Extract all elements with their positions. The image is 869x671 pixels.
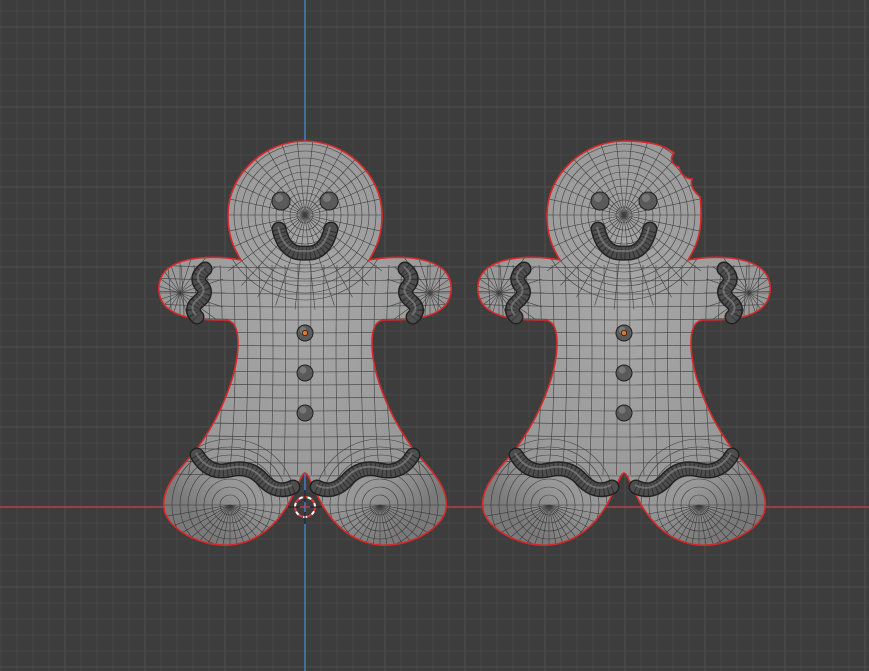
origin-point-icon[interactable] [621, 330, 627, 336]
button-highlight [299, 366, 307, 374]
button-highlight [618, 366, 626, 374]
eye-highlight [594, 194, 602, 202]
button-highlight [299, 406, 307, 414]
button-highlight [618, 406, 626, 414]
origin-point-icon[interactable] [302, 330, 308, 336]
viewport-background [0, 0, 869, 671]
eye-highlight [642, 194, 650, 202]
3d-viewport[interactable] [0, 0, 869, 671]
eye-highlight [323, 194, 331, 202]
eye-highlight [275, 194, 283, 202]
